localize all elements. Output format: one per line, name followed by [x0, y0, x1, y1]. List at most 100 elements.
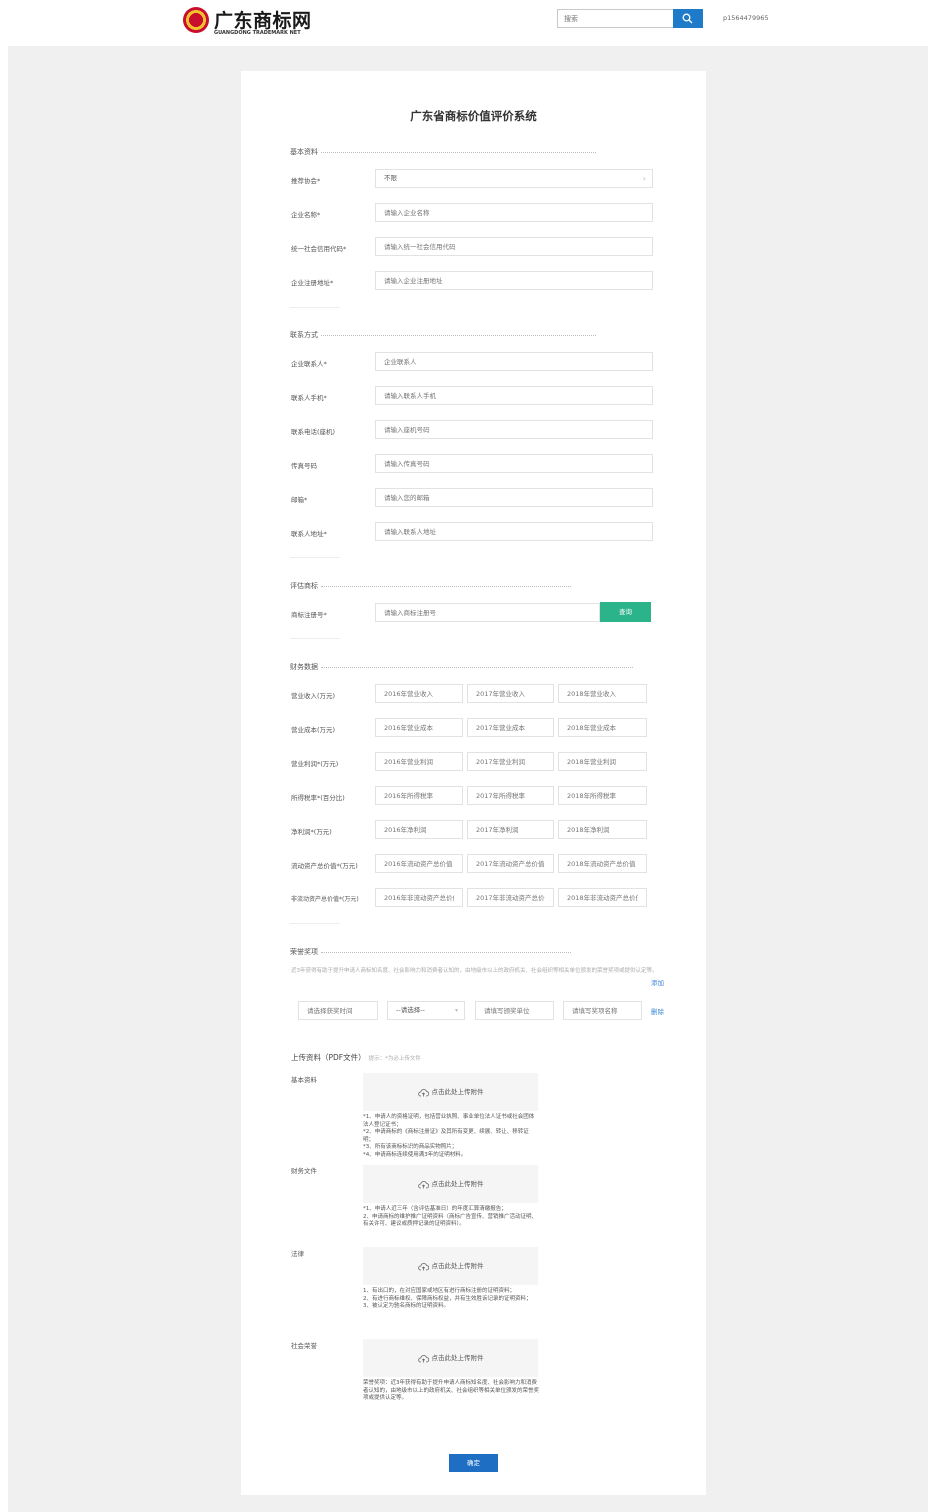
section-divider [321, 666, 633, 668]
section-title: 基本资料 [290, 148, 318, 156]
logo-subtext: GUANGDONG TRADEMARK NET [214, 30, 301, 36]
upload-desc-line: *3、所有该商标标识的商品实物照片； [363, 1144, 458, 1150]
finance-input-2016[interactable] [375, 752, 463, 771]
upload-desc-line: *4、申请商标连续使用满3年的证明材料。 [363, 1151, 467, 1158]
fax-input[interactable] [375, 454, 653, 473]
finance-row-label: 营业成本(万元) [291, 726, 336, 734]
recommend-label: 推荐协会* [291, 177, 321, 185]
upload-group-label: 社会荣誉 [291, 1342, 317, 1350]
finance-input-2017[interactable] [467, 854, 554, 873]
page-title: 广东省商标价值评价系统 [410, 109, 537, 123]
section-basic: 基本资料 [290, 147, 596, 157]
finance-input-2016[interactable] [375, 888, 463, 907]
finance-row-label: 营业利润*(万元) [291, 760, 339, 768]
contact-person-input[interactable] [375, 352, 653, 371]
finance-row-label: 流动资产总价值*(万元) [291, 862, 358, 870]
search-icon [682, 13, 693, 24]
reg-address-input[interactable] [375, 271, 653, 290]
award-level-value: --请选择-- [396, 1006, 425, 1014]
section-title: 联系方式 [290, 331, 318, 339]
delete-honor-link[interactable]: 删除 [651, 1006, 664, 1016]
finance-input-2018[interactable] [558, 820, 647, 839]
section-contact: 联系方式 [290, 330, 596, 340]
upload-button-label: 点击此处上传附件 [431, 1354, 484, 1362]
upload-button[interactable]: 点击此处上传附件 [363, 1073, 538, 1111]
search-button[interactable] [673, 9, 703, 28]
section-divider [321, 151, 596, 153]
trademark-reg-input[interactable] [375, 603, 600, 622]
upload-button[interactable]: 点击此处上传附件 [363, 1165, 538, 1203]
upload-desc-line: 荣誉奖项：近3年获得有助于提升申请人商标知名度、社会影响力和消费者认知的，由地级… [363, 1380, 540, 1401]
upload-desc-line: *1、申请人的资格证明，包括营业执照、事业单位法人证书或社会团体法人登记证书； [363, 1114, 535, 1128]
finance-input-2018[interactable] [558, 786, 647, 805]
finance-input-2017[interactable] [467, 888, 554, 907]
site-logo[interactable]: 广东商标网 GUANGDONG TRADEMARK NET [183, 6, 313, 36]
upload-desc: 荣誉奖项：近3年获得有助于提升申请人商标知名度、社会影响力和消费者认知的，由地级… [363, 1380, 539, 1403]
finance-input-2018[interactable] [558, 854, 647, 873]
logo-badge-icon [183, 7, 209, 33]
company-name-input[interactable] [375, 203, 653, 222]
confirm-button[interactable]: 确定 [449, 1454, 498, 1472]
upload-desc-line: *1、申请人近三年（含评估基准日）的年度汇算清缴报告； [363, 1206, 507, 1212]
section-title: 评估商标 [290, 582, 318, 590]
finance-input-2018[interactable] [558, 684, 647, 703]
fax-label: 传真号码 [291, 462, 317, 470]
award-level-select[interactable]: --请选择-- ▾ [387, 1001, 465, 1020]
award-unit-input[interactable] [475, 1001, 554, 1020]
finance-input-2016[interactable] [375, 718, 463, 737]
finance-input-2018[interactable] [558, 718, 647, 737]
upload-button-label: 点击此处上传附件 [431, 1262, 484, 1270]
company-label: 企业名称* [291, 211, 321, 219]
award-time-input[interactable] [298, 1001, 378, 1020]
upload-hint: 提示：*为必上传文件 [368, 1056, 421, 1062]
chevron-right-icon: › [642, 174, 646, 183]
section-honors: 荣誉奖项 [290, 947, 571, 957]
award-name-input[interactable] [563, 1001, 642, 1020]
cloud-upload-icon [417, 1088, 429, 1096]
upload-group-label: 法律 [291, 1250, 304, 1258]
section-divider [321, 334, 596, 336]
recommend-select[interactable]: 不限 › [375, 169, 653, 188]
divider [290, 638, 340, 639]
upload-group-label: 财务文件 [291, 1167, 317, 1175]
finance-input-2016[interactable] [375, 820, 463, 839]
finance-input-2016[interactable] [375, 786, 463, 805]
credit-code-label: 统一社会信用代码* [291, 245, 347, 253]
upload-button[interactable]: 点击此处上传附件 [363, 1247, 538, 1285]
phone-input[interactable] [375, 420, 653, 439]
honors-note: 近3年获得有助于提升申请人商标知名度、社会影响力和消费者认知的，由地级市以上的政… [291, 968, 658, 974]
phone-label: 联系电话(座机) [291, 428, 336, 436]
upload-button-label: 点击此处上传附件 [431, 1088, 484, 1096]
finance-input-2017[interactable] [467, 786, 554, 805]
divider [290, 307, 340, 308]
finance-input-2017[interactable] [467, 684, 554, 703]
section-title: 财务数据 [290, 663, 318, 671]
contact-address-label: 联系人地址* [291, 530, 327, 538]
finance-input-2017[interactable] [467, 820, 554, 839]
finance-input-2017[interactable] [467, 752, 554, 771]
add-honor-link[interactable]: 添加 [651, 977, 664, 987]
mobile-input[interactable] [375, 386, 653, 405]
credit-code-input[interactable] [375, 237, 653, 256]
upload-desc-line: *2、申请商标的《商标注册证》及其所有变更、续展、转让、移转证明； [363, 1129, 529, 1143]
finance-row-label: 营业收入(万元) [291, 692, 336, 700]
upload-desc: *1、申请人近三年（含评估基准日）的年度汇算清缴报告； 2、申请商标的维护推广证… [363, 1206, 539, 1229]
finance-input-2018[interactable] [558, 752, 647, 771]
contact-address-input[interactable] [375, 522, 653, 541]
finance-input-2016[interactable] [375, 854, 463, 873]
finance-input-2017[interactable] [467, 718, 554, 737]
upload-button[interactable]: 点击此处上传附件 [363, 1339, 538, 1377]
finance-input-2018[interactable] [558, 888, 647, 907]
search-input[interactable] [557, 9, 674, 28]
finance-row-label: 非流动资产总价值*(万元) [291, 896, 359, 903]
trademark-reg-label: 商标注册号* [291, 611, 327, 619]
section-trademark: 评估商标 [290, 581, 571, 591]
finance-input-2016[interactable] [375, 684, 463, 703]
cloud-upload-icon [417, 1262, 429, 1270]
email-input[interactable] [375, 488, 653, 507]
divider [290, 557, 340, 558]
section-divider [321, 951, 571, 953]
upload-group-label: 基本资料 [291, 1076, 317, 1084]
query-button[interactable]: 查询 [600, 602, 651, 622]
user-id[interactable]: p1564479965 [723, 14, 768, 22]
